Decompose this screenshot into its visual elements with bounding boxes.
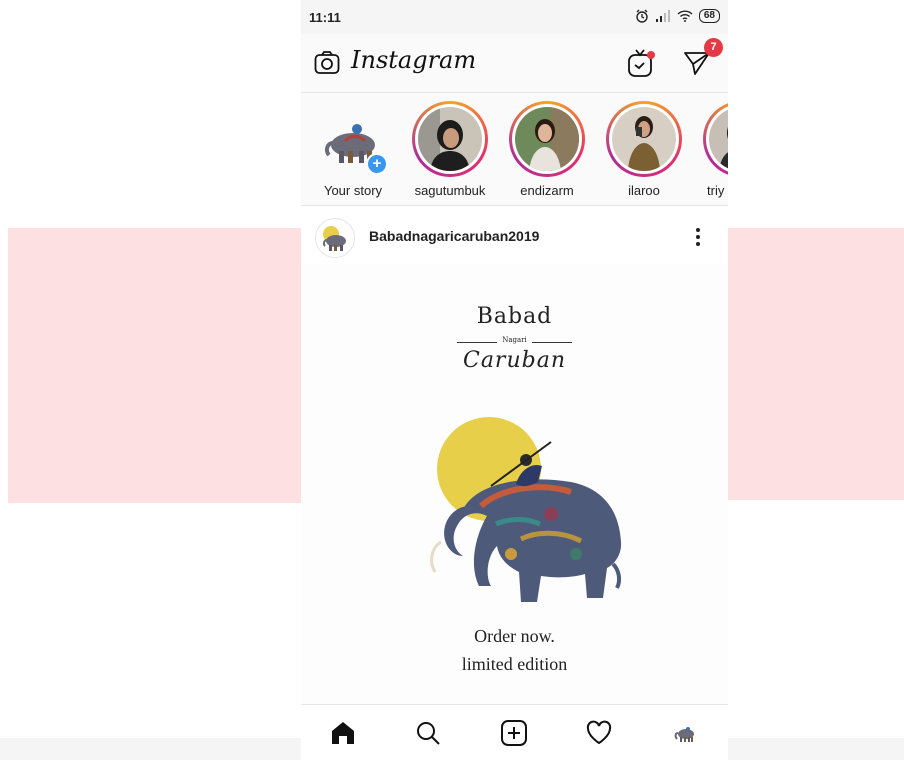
status-time: 11:11 bbox=[309, 10, 341, 25]
art-title-line2: Caruban bbox=[462, 348, 566, 373]
app-header: Instagram bbox=[301, 34, 728, 93]
story-label: triy bbox=[707, 183, 725, 198]
background-band-right bbox=[728, 228, 904, 500]
post-avatar[interactable] bbox=[315, 218, 355, 258]
story-label: ilaroo bbox=[628, 183, 660, 198]
profile-icon[interactable] bbox=[671, 719, 699, 747]
story-sagutumbuk[interactable]: sagutumbuk bbox=[408, 101, 492, 198]
story-triy[interactable]: triy bbox=[699, 101, 728, 198]
post-header: Babadnagaricaruban2019 bbox=[301, 206, 728, 264]
alarm-icon bbox=[636, 9, 648, 23]
add-story-button[interactable]: + bbox=[366, 153, 388, 175]
phone-screen: 11:11 68 Instagram 7 + Your story sagutu… bbox=[301, 0, 728, 760]
art-title-small: Nagari bbox=[301, 336, 728, 344]
story-label: sagutumbuk bbox=[414, 183, 486, 198]
story-avatar bbox=[612, 107, 676, 171]
signal-icon bbox=[655, 10, 670, 22]
avatar: + bbox=[315, 101, 391, 177]
story-avatar bbox=[515, 107, 579, 171]
camera-icon[interactable] bbox=[314, 50, 340, 76]
order-now-text: Order now. bbox=[474, 626, 555, 646]
story-ring bbox=[703, 101, 728, 177]
story-avatar bbox=[418, 107, 482, 171]
search-icon[interactable] bbox=[414, 719, 442, 747]
status-bar: 11:11 68 bbox=[301, 0, 728, 34]
battery-indicator: 68 bbox=[698, 9, 720, 23]
wifi-icon bbox=[677, 10, 693, 22]
story-ilaroo[interactable]: ilaroo bbox=[602, 101, 686, 198]
story-label: Your story bbox=[323, 183, 383, 198]
instagram-logo: Instagram bbox=[351, 46, 477, 74]
bottom-nav bbox=[301, 704, 728, 760]
story-ring bbox=[606, 101, 682, 177]
story-endizarm[interactable]: endizarm bbox=[505, 101, 589, 198]
home-icon[interactable] bbox=[329, 719, 357, 747]
message-count-badge: 7 bbox=[704, 38, 723, 57]
igtv-icon[interactable] bbox=[626, 48, 656, 78]
story-avatar bbox=[709, 107, 728, 171]
art-title-line1: Babad bbox=[476, 304, 553, 329]
post-username[interactable]: Babadnagaricaruban2019 bbox=[369, 228, 539, 244]
story-your-story[interactable]: + Your story bbox=[311, 101, 395, 198]
stories-tray: + Your story sagutumbuk endizarm ilaroo … bbox=[301, 93, 728, 206]
story-ring bbox=[412, 101, 488, 177]
more-icon[interactable] bbox=[694, 226, 702, 248]
add-post-icon[interactable] bbox=[500, 719, 528, 747]
elephant-illustration bbox=[430, 417, 622, 602]
background-band-left bbox=[8, 228, 301, 503]
post-image[interactable]: Babad Nagari Caruban Order now. limited … bbox=[301, 264, 728, 704]
story-ring bbox=[509, 101, 585, 177]
limited-edition-text: limited edition bbox=[461, 654, 568, 674]
heart-icon[interactable] bbox=[585, 719, 613, 747]
status-icons: 68 bbox=[635, 9, 720, 23]
story-label: endizarm bbox=[520, 183, 574, 198]
